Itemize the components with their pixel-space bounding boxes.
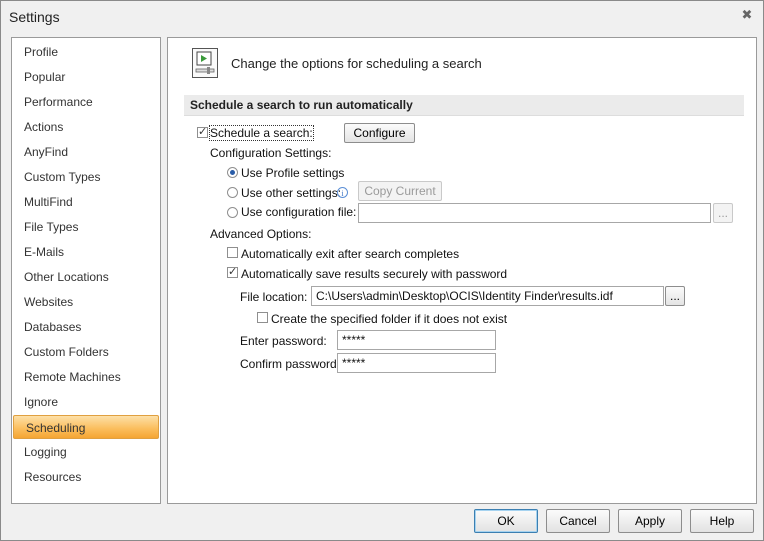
window-title: Settings (9, 9, 60, 25)
info-icon[interactable]: i (337, 187, 348, 198)
settings-sidebar: Profile Popular Performance Actions AnyFind C… (11, 37, 161, 504)
section-title: Schedule a search to run automatically (190, 98, 413, 112)
sidebar-item-resources[interactable]: Resources (12, 465, 160, 489)
use-other-settings-radio[interactable] (227, 187, 238, 198)
auto-save-checkbox[interactable] (227, 265, 238, 278)
apply-button[interactable]: Apply (618, 509, 682, 533)
sidebar-item-logging[interactable]: Logging (12, 440, 160, 464)
sidebar-item-profile[interactable]: Profile (12, 40, 160, 64)
auto-exit-label[interactable]: Automatically exit after search complete… (241, 247, 459, 261)
configuration-settings-label: Configuration Settings: (210, 146, 332, 160)
browse-file-location-button[interactable]: ... (665, 286, 685, 306)
sidebar-item-anyfind[interactable]: AnyFind (12, 140, 160, 164)
enter-password-input[interactable]: ***** (337, 330, 496, 350)
advanced-options-label: Advanced Options: (210, 227, 312, 241)
use-configuration-file-radio[interactable] (227, 207, 238, 218)
sidebar-item-other-locations[interactable]: Other Locations (12, 265, 160, 289)
title-bar: Settings ✖ (1, 1, 763, 31)
cancel-button[interactable]: Cancel (546, 509, 610, 533)
schedule-icon (192, 48, 218, 78)
create-folder-checkbox[interactable] (257, 312, 268, 323)
schedule-search-label[interactable]: Schedule a search: (209, 125, 314, 141)
confirm-password-label: Confirm password: (240, 357, 341, 371)
use-profile-settings-label[interactable]: Use Profile settings (241, 166, 344, 180)
sidebar-item-e-mails[interactable]: E-Mails (12, 240, 160, 264)
sidebar-item-custom-types[interactable]: Custom Types (12, 165, 160, 189)
enter-password-label: Enter password: (240, 334, 327, 348)
create-folder-label[interactable]: Create the specified folder if it does n… (271, 312, 507, 326)
settings-window: Settings ✖ Profile Popular Performance Acti… (0, 0, 764, 541)
sidebar-item-custom-folders[interactable]: Custom Folders (12, 340, 160, 364)
sidebar-item-scheduling[interactable]: Scheduling (13, 415, 159, 439)
sidebar-item-websites[interactable]: Websites (12, 290, 160, 314)
sidebar-item-performance[interactable]: Performance (12, 90, 160, 114)
browse-config-file-button[interactable]: ... (713, 203, 733, 223)
sidebar-item-ignore[interactable]: Ignore (12, 390, 160, 414)
sidebar-item-popular[interactable]: Popular (12, 65, 160, 89)
close-icon[interactable]: ✖ (739, 7, 755, 23)
help-button[interactable]: Help (690, 509, 754, 533)
settings-content-panel: Change the options for scheduling a sear… (167, 37, 757, 504)
sidebar-item-file-types[interactable]: File Types (12, 215, 160, 239)
use-profile-settings-radio[interactable] (227, 167, 238, 178)
page-heading: Change the options for scheduling a sear… (231, 56, 482, 71)
copy-current-button[interactable]: Copy Current (358, 181, 442, 201)
use-configuration-file-label[interactable]: Use configuration file: (241, 205, 356, 219)
sidebar-item-actions[interactable]: Actions (12, 115, 160, 139)
section-header: Schedule a search to run automatically (184, 95, 744, 116)
sidebar-item-remote-machines[interactable]: Remote Machines (12, 365, 160, 389)
confirm-password-input[interactable]: ***** (337, 353, 496, 373)
auto-exit-checkbox[interactable] (227, 247, 238, 258)
ok-button[interactable]: OK (474, 509, 538, 533)
schedule-search-checkbox[interactable] (197, 125, 208, 138)
configure-button[interactable]: Configure (344, 123, 415, 143)
sidebar-item-multifind[interactable]: MultiFind (12, 190, 160, 214)
auto-save-label[interactable]: Automatically save results securely with… (241, 267, 507, 281)
configuration-file-input[interactable] (358, 203, 711, 223)
use-other-settings-label[interactable]: Use other settings: (241, 186, 341, 200)
file-location-input[interactable]: C:\Users\admin\Desktop\OCIS\Identity Fin… (311, 286, 664, 306)
file-location-label: File location: (240, 290, 308, 304)
sidebar-item-databases[interactable]: Databases (12, 315, 160, 339)
